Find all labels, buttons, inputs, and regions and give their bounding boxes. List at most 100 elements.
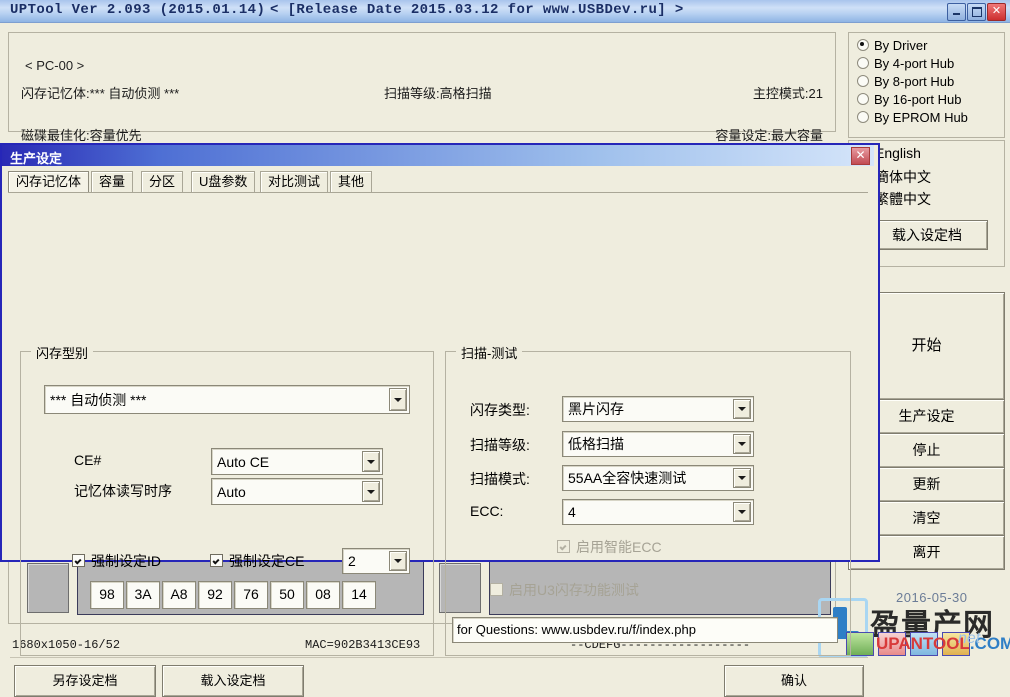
- close-button[interactable]: ✕: [987, 3, 1006, 21]
- dialog-title: 生产设定: [10, 148, 62, 167]
- force-set-id-label: 强制设定ID: [91, 553, 161, 569]
- flash-id-byte[interactable]: 76: [234, 581, 268, 609]
- chevron-down-icon[interactable]: [389, 551, 407, 571]
- tab-flash-memory[interactable]: 闪存记忆体: [8, 171, 89, 193]
- u3-test-label: 启用U3闪存功能测试: [509, 582, 639, 598]
- capacity-setting-info: 容量设定:最大容量: [715, 125, 823, 144]
- scan-mode-combo[interactable]: 55AA全容快速测试: [562, 465, 754, 491]
- radio-icon: [857, 75, 869, 87]
- load-config-button-dialog[interactable]: 载入设定档: [162, 665, 304, 697]
- radio-icon: [857, 93, 869, 105]
- app-title: UPTool Ver 2.093 (2015.01.14): [10, 2, 265, 18]
- language-english[interactable]: English: [875, 145, 921, 161]
- chevron-down-icon[interactable]: [362, 481, 380, 502]
- flash-model-combo[interactable]: *** 自动侦测 ***: [44, 385, 410, 414]
- dialog-close-button[interactable]: ✕: [851, 147, 870, 165]
- device-info-group: < PC-00 > 闪存记忆体:*** 自动侦测 *** 扫描等级:高格扫描 主…: [8, 32, 836, 132]
- smart-ecc-checkbox: 启用智能ECC: [557, 537, 662, 557]
- flash-category-combo[interactable]: 黑片闪存: [562, 396, 754, 422]
- dialog-titlebar: 生产设定 ✕: [2, 145, 874, 166]
- radio-by-4-port-hub[interactable]: By 4-port Hub: [857, 55, 954, 73]
- controller-mode-info: 主控模式:21: [753, 83, 823, 102]
- smart-ecc-label: 启用智能ECC: [576, 539, 662, 555]
- scan-level-label: 扫描等级:: [470, 435, 530, 455]
- chevron-down-icon[interactable]: [733, 434, 751, 454]
- chevron-down-icon[interactable]: [733, 399, 751, 419]
- tab-separator: [8, 192, 868, 193]
- disk-optimize-info: 磁碟最佳化:容量优先: [21, 125, 142, 144]
- maximize-button[interactable]: [967, 3, 986, 21]
- timing-combo[interactable]: Auto: [211, 478, 383, 505]
- ce-combo[interactable]: Auto CE: [211, 448, 383, 475]
- flash-memory-info: 闪存记忆体:*** 自动侦测 ***: [21, 83, 179, 102]
- save-config-as-button[interactable]: 另存设定档: [14, 665, 156, 697]
- tab-udisk-params[interactable]: U盘参数: [191, 171, 255, 193]
- radio-icon: [857, 111, 869, 123]
- language-simplified-chinese[interactable]: 簡体中文: [875, 167, 931, 187]
- chevron-down-icon[interactable]: [733, 502, 751, 522]
- tab-capacity[interactable]: 容量: [91, 171, 133, 193]
- flash-category-label: 闪存类型:: [470, 400, 530, 420]
- ecc-combo[interactable]: 4: [562, 499, 754, 525]
- tab-partition[interactable]: 分区: [141, 171, 183, 193]
- checkbox-checked-disabled-icon: [557, 540, 570, 553]
- checkbox-checked-icon: [72, 554, 85, 567]
- flash-id-byte[interactable]: 3A: [126, 581, 160, 609]
- main-window-titlebar: UPTool Ver 2.093 (2015.01.14) < [Release…: [0, 0, 1010, 23]
- release-date-text: < [Release Date 2015.03.12 for www.USBDe…: [270, 2, 684, 18]
- minimize-button[interactable]: [947, 3, 966, 21]
- radio-label: By Driver: [874, 38, 927, 53]
- u3-test-checkbox: 启用U3闪存功能测试: [490, 580, 639, 600]
- radio-label: By 4-port Hub: [874, 56, 954, 71]
- dialog-tabstrip: 闪存记忆体 容量 分区 U盘参数 对比测试 其他: [8, 171, 868, 193]
- connection-mode-panel: By Driver By 4-port Hub By 8-port Hub By…: [848, 32, 1005, 138]
- radio-by-8-port-hub[interactable]: By 8-port Hub: [857, 73, 954, 91]
- chevron-down-icon[interactable]: [362, 451, 380, 472]
- radio-label: By 16-port Hub: [874, 92, 961, 107]
- radio-by-16-port-hub[interactable]: By 16-port Hub: [857, 91, 961, 109]
- scan-level-value: 低格扫描: [568, 434, 624, 454]
- production-settings-dialog: 生产设定 ✕ 闪存记忆体 容量 分区 U盘参数 对比测试 其他 闪存型别 ***…: [0, 143, 880, 562]
- radio-by-driver[interactable]: By Driver: [857, 37, 927, 55]
- questions-url-field[interactable]: for Questions: www.usbdev.ru/f/index.php: [452, 617, 838, 643]
- flash-id-byte[interactable]: 08: [306, 581, 340, 609]
- radio-icon: [857, 57, 869, 69]
- flash-id-byte[interactable]: 98: [90, 581, 124, 609]
- radio-by-eprom-hub[interactable]: By EPROM Hub: [857, 109, 968, 127]
- scan-test-legend: 扫描-测试: [456, 343, 522, 362]
- flash-model-value: *** 自动侦测 ***: [50, 390, 146, 410]
- radio-selected-icon: [857, 39, 869, 51]
- minimize-icon: [953, 13, 960, 15]
- scan-level-info: 扫描等级:高格扫描: [384, 83, 492, 102]
- ecc-value: 4: [568, 504, 576, 520]
- flash-id-byte[interactable]: A8: [162, 581, 196, 609]
- ce-label: CE#: [74, 452, 101, 468]
- force-set-id-checkbox[interactable]: 强制设定ID: [72, 551, 161, 571]
- tab-compare-test[interactable]: 对比测试: [260, 171, 328, 193]
- dialog-divider: [10, 657, 868, 658]
- ecc-label: ECC:: [470, 503, 503, 519]
- ce-count-value: 2: [348, 553, 356, 569]
- flash-type-legend: 闪存型别: [31, 343, 93, 362]
- flash-id-byte[interactable]: 92: [198, 581, 232, 609]
- scan-level-combo[interactable]: 低格扫描: [562, 431, 754, 457]
- chevron-down-icon[interactable]: [389, 388, 407, 411]
- flash-id-byte[interactable]: 50: [270, 581, 304, 609]
- force-set-ce-label: 强制设定CE: [229, 553, 304, 569]
- force-set-ce-checkbox[interactable]: 强制设定CE: [210, 551, 304, 571]
- flash-id-byte[interactable]: 14: [342, 581, 376, 609]
- checkbox-checked-icon: [210, 554, 223, 567]
- ce-value: Auto CE: [217, 454, 269, 470]
- load-config-button[interactable]: 载入设定档: [866, 220, 988, 250]
- confirm-button[interactable]: 确认: [724, 665, 864, 697]
- tab-other[interactable]: 其他: [330, 171, 372, 193]
- radio-label: By EPROM Hub: [874, 110, 968, 125]
- scan-mode-label: 扫描模式:: [470, 469, 530, 489]
- maximize-icon: [972, 7, 982, 17]
- device-info-legend: < PC-00 >: [21, 58, 88, 73]
- ce-count-combo[interactable]: 2: [342, 548, 410, 574]
- watermark-date: 2016-05-30: [896, 590, 968, 605]
- chevron-down-icon[interactable]: [733, 468, 751, 488]
- timing-value: Auto: [217, 484, 246, 500]
- language-traditional-chinese[interactable]: 繁體中文: [875, 189, 931, 209]
